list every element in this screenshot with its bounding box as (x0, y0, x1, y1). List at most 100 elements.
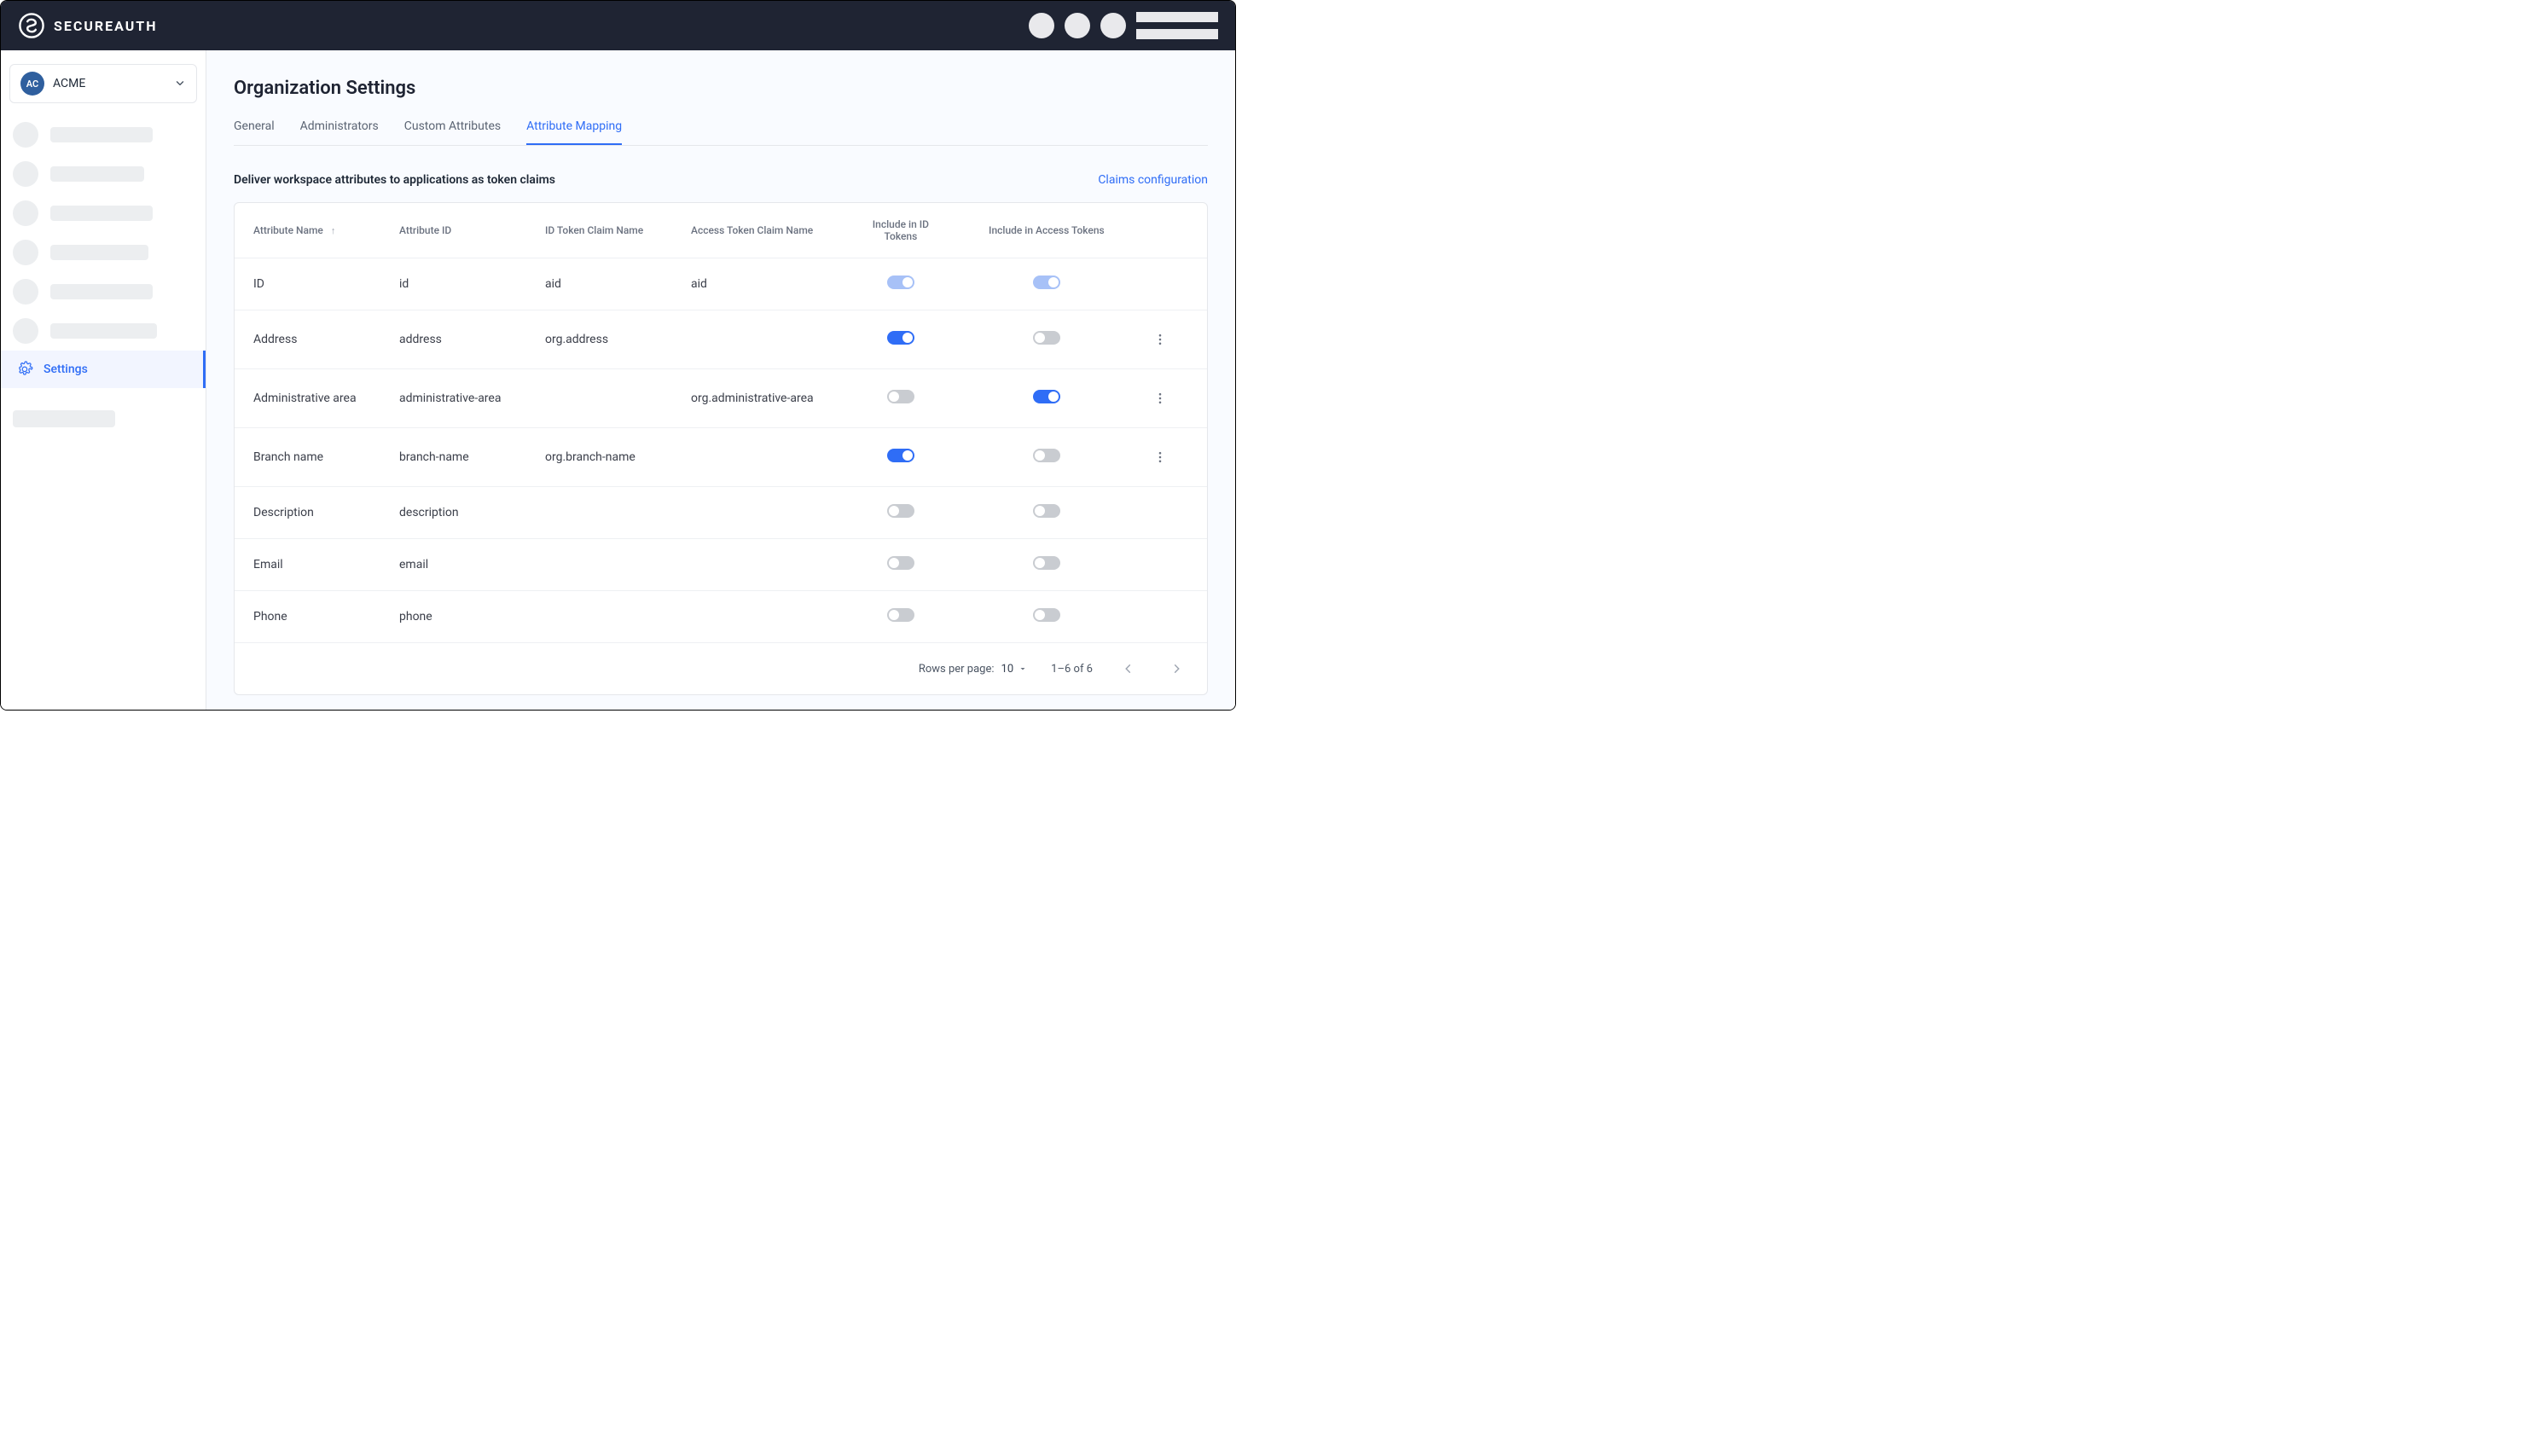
toggle[interactable] (1033, 504, 1060, 518)
cell-include-access (964, 487, 1129, 539)
more-vertical-icon (1153, 450, 1167, 464)
tabs: General Administrators Custom Attributes At… (234, 114, 1208, 146)
next-page-button[interactable] (1164, 657, 1188, 681)
cell-attr-id: address (380, 310, 526, 369)
cell-attr-name: Phone (235, 591, 380, 643)
cell-include-access (964, 539, 1129, 591)
table-row: IDidaidaid (235, 258, 1207, 310)
content-area: Organization Settings GeneralAdministrat… (206, 50, 1235, 710)
cell-include-id (838, 487, 964, 539)
tab-administrators[interactable]: Administrators (300, 114, 379, 145)
cell-include-access (964, 428, 1129, 487)
cell-id-claim (526, 591, 672, 643)
col-header-id-claim[interactable]: ID Token Claim Name (526, 203, 672, 258)
cell-actions (1129, 258, 1207, 310)
col-header-access-claim[interactable]: Access Token Claim Name (672, 203, 838, 258)
toggle[interactable] (1033, 390, 1060, 403)
cell-include-access (964, 258, 1129, 310)
table-row: Branch namebranch-nameorg.branch-name (235, 428, 1207, 487)
toggle[interactable] (887, 390, 914, 403)
app-body: AC ACME Settings (1, 50, 1235, 710)
toggle[interactable] (1033, 608, 1060, 622)
cell-id-claim (526, 369, 672, 428)
cell-include-id (838, 258, 964, 310)
table-row: Descriptiondescription (235, 487, 1207, 539)
toggle[interactable] (887, 331, 914, 345)
sidebar-item-placeholder (1, 311, 206, 351)
col-header-include-access[interactable]: Include in Access Tokens (964, 203, 1129, 258)
claims-configuration-link[interactable]: Claims configuration (1098, 173, 1208, 187)
toggle[interactable] (1033, 331, 1060, 345)
gear-icon (16, 361, 33, 378)
cell-attr-name: Email (235, 539, 380, 591)
table-footer: Rows per page: 10 1–6 of 6 (235, 642, 1207, 694)
attribute-mapping-table: Attribute Name ↑ Attribute ID ID Token C… (234, 202, 1208, 695)
tab-custom-attributes[interactable]: Custom Attributes (404, 114, 501, 145)
toggle[interactable] (1033, 556, 1060, 570)
rows-per-page-label: Rows per page: (919, 663, 995, 676)
cell-access-claim (672, 539, 838, 591)
cell-attr-id: description (380, 487, 526, 539)
chevron-left-icon (1123, 663, 1135, 675)
row-menu-button[interactable] (1148, 445, 1172, 469)
sidebar-footer-placeholder (1, 403, 206, 434)
cell-include-access (964, 591, 1129, 643)
sidebar: AC ACME Settings (1, 50, 206, 710)
cell-actions (1129, 310, 1207, 369)
col-header-attr-name[interactable]: Attribute Name ↑ (235, 203, 380, 258)
tab-attribute-mapping[interactable]: Attribute Mapping (526, 114, 622, 145)
toggle[interactable] (887, 449, 914, 462)
row-menu-button[interactable] (1148, 386, 1172, 410)
topbar-right (1029, 12, 1218, 39)
tab-general[interactable]: General (234, 114, 275, 145)
cell-include-access (964, 369, 1129, 428)
table-row: Administrative areaadministrative-areaor… (235, 369, 1207, 428)
cell-attr-name: Administrative area (235, 369, 380, 428)
sidebar-item-placeholder (1, 272, 206, 311)
cell-id-claim: aid (526, 258, 672, 310)
toggle (1033, 276, 1060, 289)
cell-attr-name: Address (235, 310, 380, 369)
cell-access-claim (672, 428, 838, 487)
toggle[interactable] (887, 556, 914, 570)
section-title: Deliver workspace attributes to applicat… (234, 173, 555, 187)
col-header-include-id[interactable]: Include in ID Tokens (838, 203, 964, 258)
cell-access-claim (672, 591, 838, 643)
brand: SECUREAUTH (18, 12, 158, 39)
chevron-down-icon (174, 78, 186, 90)
table-row: Phonephone (235, 591, 1207, 643)
topbar: SECUREAUTH (1, 1, 1235, 50)
cell-attr-name: ID (235, 258, 380, 310)
org-avatar: AC (20, 72, 44, 96)
app-window: SECUREAUTH AC ACME (0, 0, 1236, 711)
cell-attr-id: phone (380, 591, 526, 643)
rows-per-page: Rows per page: 10 (919, 663, 1027, 676)
cell-attr-id: administrative-area (380, 369, 526, 428)
cell-actions (1129, 591, 1207, 643)
toggle[interactable] (887, 504, 914, 518)
rows-per-page-select[interactable]: 10 (1001, 663, 1028, 676)
sidebar-item-placeholder (1, 154, 206, 194)
toggle[interactable] (887, 608, 914, 622)
cell-attr-name: Branch name (235, 428, 380, 487)
topbar-action-placeholder (1065, 13, 1090, 38)
section-header: Deliver workspace attributes to applicat… (234, 173, 1208, 187)
row-menu-button[interactable] (1148, 328, 1172, 351)
cell-attr-id: email (380, 539, 526, 591)
cell-attr-name: Description (235, 487, 380, 539)
cell-access-claim (672, 487, 838, 539)
cell-include-id (838, 310, 964, 369)
cell-id-claim: org.address (526, 310, 672, 369)
cell-id-claim (526, 539, 672, 591)
prev-page-button[interactable] (1117, 657, 1140, 681)
more-vertical-icon (1153, 333, 1167, 346)
sidebar-item-settings[interactable]: Settings (1, 351, 206, 388)
cell-actions (1129, 369, 1207, 428)
cell-actions (1129, 428, 1207, 487)
cell-include-id (838, 539, 964, 591)
toggle[interactable] (1033, 449, 1060, 462)
cell-include-id (838, 428, 964, 487)
col-header-attr-id[interactable]: Attribute ID (380, 203, 526, 258)
cell-access-claim (672, 310, 838, 369)
org-switcher[interactable]: AC ACME (9, 64, 197, 103)
